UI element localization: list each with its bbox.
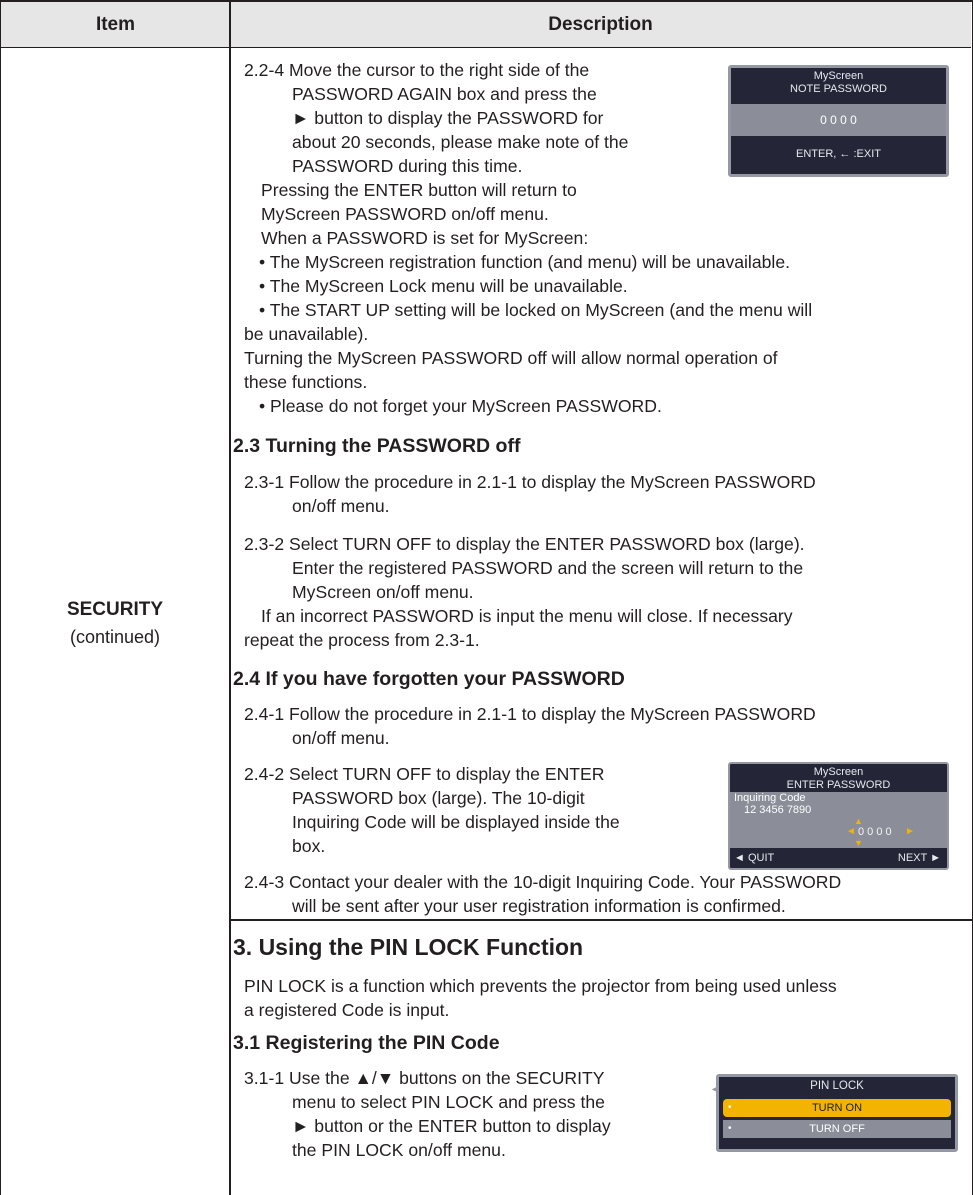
step-2-4-2-line: box. xyxy=(292,836,326,856)
arrow-right-icon: ► xyxy=(905,826,915,837)
step-3-1-1-line: ► button or the ENTER button to display xyxy=(292,1116,611,1136)
osd-turn-off-option: • TURN OFF xyxy=(723,1120,951,1138)
osd-inquiring-code: 12 3456 7890 xyxy=(744,804,812,816)
enter-password-osd: MyScreen ENTER PASSWORD Inquiring Code 1… xyxy=(728,762,949,870)
osd-exit-hint: ENTER, ← :EXIT xyxy=(796,148,881,160)
osd-footer: ◄ QUIT NEXT ► xyxy=(730,848,947,864)
note-password-osd: MyScreen NOTE PASSWORD 0 0 0 0 ENTER, ← … xyxy=(728,65,949,177)
manual-table: Item Description SECURITY (continued) 2.… xyxy=(0,0,973,1195)
column-divider xyxy=(229,2,231,1195)
arrow-up-icon: ▲ xyxy=(854,816,863,826)
osd-quit-label: ◄ QUIT xyxy=(734,852,775,864)
section-heading-2-3: 2.3 Turning the PASSWORD off xyxy=(233,435,521,457)
row-label-title: SECURITY xyxy=(66,599,164,620)
osd-turn-on-label: TURN ON xyxy=(811,1102,863,1114)
step-2-4-1-line: 2.4-1 Follow the procedure in 2.1-1 to d… xyxy=(244,704,816,724)
arrow-down-icon: ▼ xyxy=(854,838,863,848)
paragraph-line: If an incorrect PASSWORD is input the me… xyxy=(261,606,793,626)
radio-icon: • xyxy=(728,1123,732,1134)
osd-myscreen-label: MyScreen xyxy=(813,766,864,778)
step-2-4-2-line: PASSWORD box (large). The 10-digit xyxy=(292,788,585,808)
osd-password-code: 0 0 0 0 xyxy=(858,826,892,838)
step-2-3-1-line: 2.3-1 Follow the procedure in 2.1-1 to d… xyxy=(244,472,816,492)
paragraph-line: MyScreen PASSWORD on/off menu. xyxy=(261,204,549,224)
paragraph-line: these functions. xyxy=(244,372,368,392)
osd-myscreen-label: MyScreen xyxy=(813,70,864,82)
osd-inquiring-label: Inquiring Code xyxy=(734,792,806,804)
bullet-item: • Please do not forget your MyScreen PAS… xyxy=(259,396,662,416)
osd-title: ENTER PASSWORD xyxy=(786,779,891,791)
row-label-subtitle: (continued) xyxy=(69,627,161,647)
step-2-4-3-line: will be sent after your user registratio… xyxy=(292,896,786,916)
step-2-4-2-line: 2.4-2 Select TURN OFF to display the ENT… xyxy=(244,764,605,784)
section-heading-3-1: 3.1 Registering the PIN Code xyxy=(233,1032,500,1054)
paragraph-line: repeat the process from 2.3-1. xyxy=(244,630,480,650)
osd-title: NOTE PASSWORD xyxy=(790,83,887,95)
pin-lock-osd: PIN LOCK • TURN ON • TURN OFF xyxy=(716,1074,958,1152)
item-column-header: Item xyxy=(1,2,230,48)
step-2-2-4-line: about 20 seconds, please make note of th… xyxy=(292,132,629,152)
step-2-2-4-line: PASSWORD AGAIN box and press the xyxy=(292,84,597,104)
osd-next-label: NEXT ► xyxy=(897,852,941,864)
step-2-4-1-line: on/off menu. xyxy=(292,728,390,748)
paragraph-line: Pressing the ENTER button will return to xyxy=(261,180,577,200)
chevron-left-icon: ◄ xyxy=(710,1084,719,1094)
section-heading-2-4: 2.4 If you have forgotten your PASSWORD xyxy=(233,668,625,690)
step-2-2-4-line: PASSWORD during this time. xyxy=(292,156,523,176)
step-2-3-1-line: on/off menu. xyxy=(292,496,390,516)
step-3-1-1-line: 3.1-1 Use the ▲/▼ buttons on the SECURIT… xyxy=(244,1068,605,1088)
bullet-item: • The MyScreen registration function (an… xyxy=(259,252,790,272)
step-2-2-4-line: ► button to display the PASSWORD for xyxy=(292,108,604,128)
bullet-item: • The MyScreen Lock menu will be unavail… xyxy=(259,276,628,296)
paragraph-line: Turning the MyScreen PASSWORD off will a… xyxy=(244,348,778,368)
step-2-4-3-line: 2.4-3 Contact your dealer with the 10-di… xyxy=(244,872,842,892)
step-2-3-2-line: 2.3-2 Select TURN OFF to display the ENT… xyxy=(244,534,805,554)
step-3-1-1-line: the PIN LOCK on/off menu. xyxy=(292,1140,506,1160)
section-heading-3: 3. Using the PIN LOCK Function xyxy=(233,934,584,960)
osd-turn-off-label: TURN OFF xyxy=(809,1123,865,1135)
description-column-header: Description xyxy=(230,2,971,48)
arrow-left-icon: ◄ xyxy=(846,826,856,837)
step-2-3-2-line: MyScreen on/off menu. xyxy=(292,582,474,602)
row-divider xyxy=(229,919,973,921)
step-2-2-4-line: 2.2-4 Move the cursor to the right side … xyxy=(244,60,590,80)
osd-title: PIN LOCK xyxy=(810,1080,864,1092)
paragraph-line: a registered Code is input. xyxy=(244,1000,450,1020)
step-2-4-2-line: Inquiring Code will be displayed inside … xyxy=(292,812,620,832)
radio-icon: • xyxy=(728,1102,732,1113)
step-2-3-2-line: Enter the registered PASSWORD and the sc… xyxy=(292,558,804,578)
paragraph-line: PIN LOCK is a function which prevents th… xyxy=(244,976,837,996)
step-3-1-1-line: menu to select PIN LOCK and press the xyxy=(292,1092,605,1112)
bullet-item-continuation: be unavailable). xyxy=(244,324,369,344)
bullet-item: • The START UP setting will be locked on… xyxy=(259,300,813,320)
osd-inquiring-panel: Inquiring Code 12 3456 7890 ▲ ◄ 0 0 0 0 … xyxy=(730,792,947,848)
osd-password-code: 0 0 0 0 xyxy=(731,104,946,136)
paragraph-line: When a PASSWORD is set for MyScreen: xyxy=(261,228,589,248)
osd-turn-on-option: • TURN ON xyxy=(723,1099,951,1117)
